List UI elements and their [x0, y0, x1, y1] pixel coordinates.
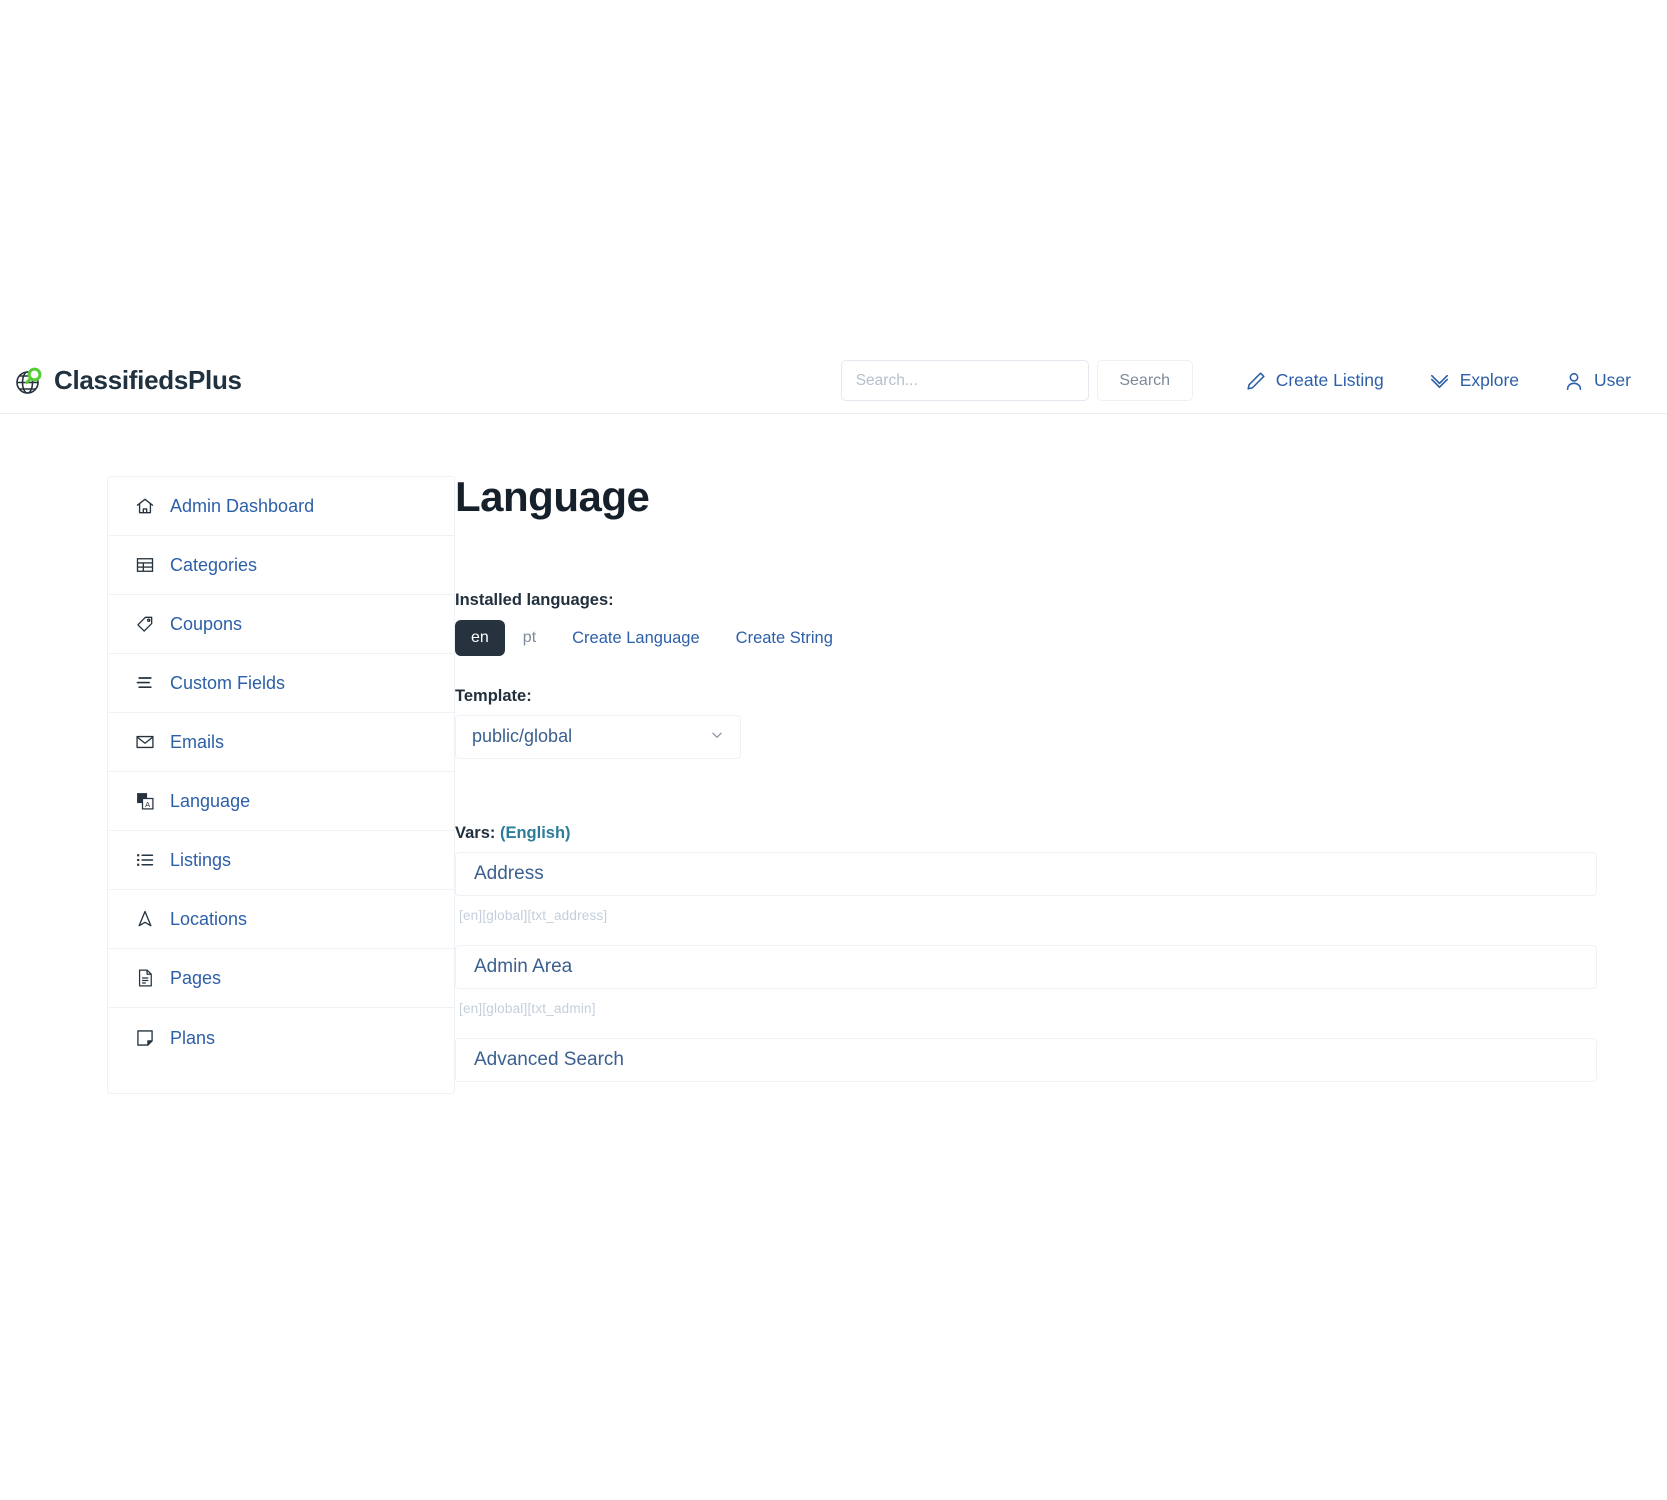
nav-user-label: User	[1594, 370, 1631, 390]
sidebar-item-label: Plans	[170, 1027, 216, 1048]
user-icon	[1563, 370, 1585, 392]
nav-user[interactable]: User	[1541, 370, 1653, 392]
vars-language: (English)	[499, 823, 571, 842]
sidebar-item-label: Language	[170, 791, 251, 811]
sidebar-item-custom-fields[interactable]: Custom Fields	[108, 654, 454, 713]
chevron-down-icon	[710, 728, 724, 745]
create-language-button[interactable]: Create Language	[554, 620, 718, 657]
home-icon	[134, 496, 156, 516]
header-search: Search	[840, 360, 1193, 401]
nav-explore-label: Explore	[1459, 370, 1520, 390]
brand-logo-link[interactable]: ClassifiedsPlus	[12, 363, 242, 399]
create-string-button[interactable]: Create String	[718, 620, 851, 657]
document-icon	[134, 968, 156, 988]
nav-explore[interactable]: Explore	[1406, 369, 1541, 392]
installed-languages-block: Installed languages: en pt Create Langua…	[455, 591, 1597, 657]
note-icon	[134, 1028, 156, 1048]
pencil-icon	[1245, 370, 1267, 392]
sidebar-item-emails[interactable]: Emails	[108, 713, 454, 772]
nav-create-listing[interactable]: Create Listing	[1223, 370, 1406, 392]
tag-icon	[134, 614, 156, 634]
sidebar-item-label: Admin Dashboard	[170, 496, 315, 516]
list-icon	[134, 850, 156, 870]
template-select-value: public/global	[472, 726, 573, 746]
page-body: Admin Dashboard Categories Coupons Custo…	[0, 414, 1667, 1094]
sidebar-item-plans[interactable]: Plans	[108, 1008, 454, 1067]
vars-label: Vars: (English)	[455, 824, 1597, 843]
vars-block: Vars: (English) [en][global][txt_address…	[455, 824, 1597, 1082]
var-input-advanced-search[interactable]	[455, 1037, 1597, 1082]
language-tab-pt[interactable]: pt	[505, 620, 554, 656]
sidebar-item-language[interactable]: A Language	[108, 772, 454, 831]
top-blank-area	[0, 0, 1667, 348]
header-nav: Create Listing Explore User	[1223, 369, 1653, 392]
double-chevron-down-icon	[1428, 369, 1451, 392]
admin-sidebar: Admin Dashboard Categories Coupons Custo…	[107, 476, 455, 1094]
sidebar-item-categories[interactable]: Categories	[108, 536, 454, 595]
envelope-icon	[134, 732, 156, 752]
template-block: Template: public/global	[455, 687, 1597, 759]
globe-search-icon	[12, 363, 48, 399]
var-key-label: [en][global][txt_admin]	[459, 1000, 596, 1016]
template-select[interactable]: public/global	[455, 714, 741, 759]
sidebar-item-locations[interactable]: Locations	[108, 890, 454, 949]
brand-name: ClassifiedsPlus	[54, 365, 242, 395]
sidebar-item-label: Locations	[170, 909, 248, 929]
sidebar-item-pages[interactable]: Pages	[108, 949, 454, 1008]
var-row: [en][global][txt_address]	[455, 851, 1597, 923]
sidebar-item-admin-dashboard[interactable]: Admin Dashboard	[108, 477, 454, 536]
var-key-label: [en][global][txt_address]	[459, 907, 608, 923]
sidebar-item-label: Emails	[170, 732, 225, 752]
sidebar-item-label: Categories	[170, 555, 258, 575]
navigation-arrow-icon	[134, 909, 156, 929]
vars-label-text: Vars:	[455, 823, 496, 842]
sidebar-item-label: Coupons	[170, 614, 243, 634]
sidebar-item-coupons[interactable]: Coupons	[108, 595, 454, 654]
form-lines-icon	[134, 673, 156, 693]
sidebar-item-label: Listings	[170, 850, 232, 870]
nav-create-listing-label: Create Listing	[1275, 370, 1384, 390]
language-tab-en[interactable]: en	[455, 620, 505, 657]
var-row: [en][global][txt_admin]	[455, 944, 1597, 1016]
var-input-txt-admin[interactable]	[455, 944, 1597, 989]
site-header: ClassifiedsPlus Search Create Listing Ex…	[0, 348, 1667, 414]
sidebar-item-label: Pages	[170, 968, 222, 988]
search-input[interactable]	[840, 360, 1089, 401]
sidebar-item-label: Custom Fields	[170, 673, 286, 693]
installed-languages-label: Installed languages:	[455, 591, 614, 609]
sidebar-column: Admin Dashboard Categories Coupons Custo…	[0, 476, 455, 1094]
var-input-txt-address[interactable]	[455, 851, 1597, 896]
page-title: Language	[455, 473, 650, 520]
svg-text:A: A	[145, 800, 150, 809]
table-icon	[134, 555, 156, 575]
sidebar-item-listings[interactable]: Listings	[108, 831, 454, 890]
search-button[interactable]: Search	[1096, 360, 1193, 401]
template-label: Template:	[455, 686, 532, 705]
main-column: Language Installed languages: en pt Crea…	[455, 476, 1667, 1094]
translate-icon: A	[134, 791, 156, 811]
var-row	[455, 1037, 1597, 1082]
language-buttons-row: en pt Create Language Create String	[455, 620, 1597, 657]
